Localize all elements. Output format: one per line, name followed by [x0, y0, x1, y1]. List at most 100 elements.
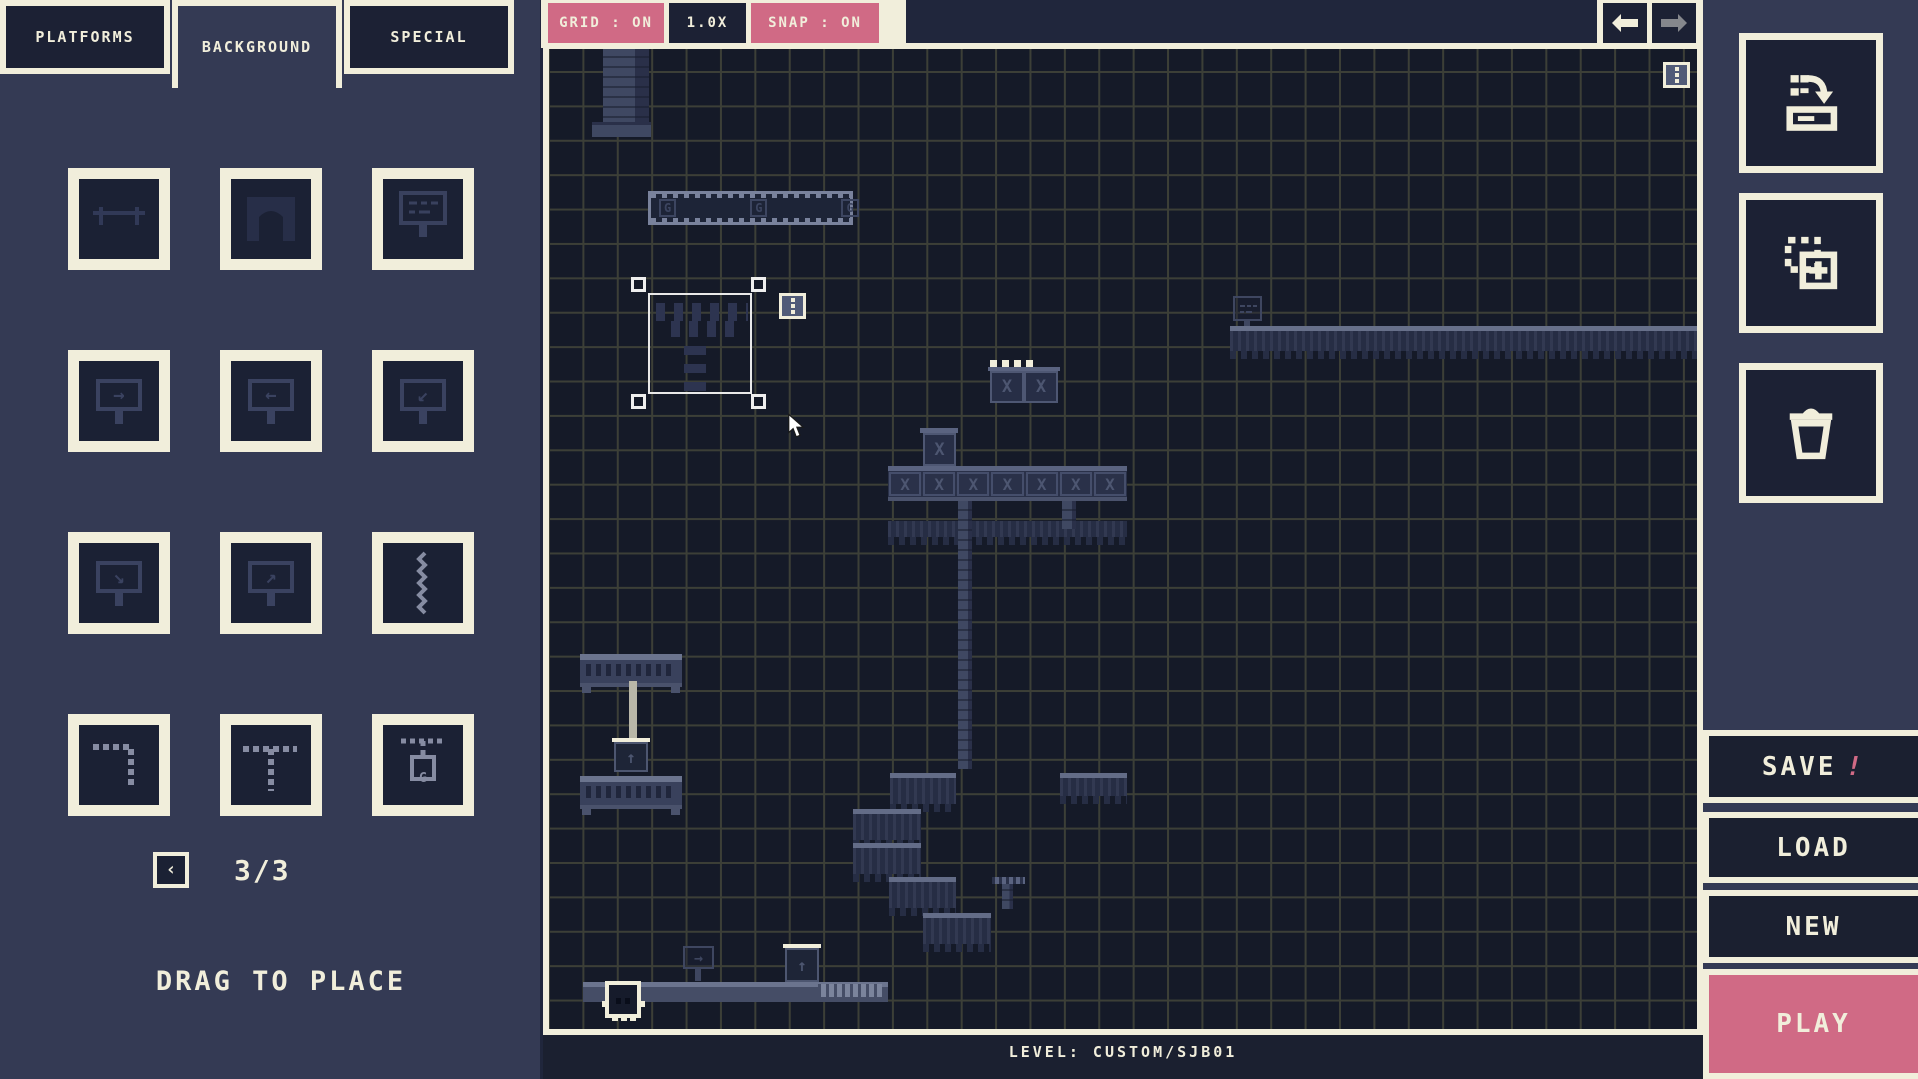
- girder-platform-bottom[interactable]: [580, 776, 682, 815]
- grid-toggle-button[interactable]: GRID : ON: [548, 3, 664, 43]
- launcher-block[interactable]: ↑: [785, 948, 819, 982]
- crate-row-dirt: [888, 521, 1127, 545]
- undo-button[interactable]: [1603, 3, 1647, 43]
- right-ground-dirt: [1230, 331, 1697, 359]
- dirt-platform[interactable]: [889, 877, 956, 916]
- x-emblem: X: [1036, 474, 1047, 494]
- undo-arrow-icon: [1612, 14, 1638, 32]
- tile-bench[interactable]: [68, 168, 170, 270]
- save-button[interactable]: SAVE!: [1703, 730, 1918, 803]
- page-prev-button[interactable]: ‹: [153, 852, 189, 888]
- play-button[interactable]: PLAY: [1703, 969, 1918, 1079]
- tab-platforms[interactable]: PLATFORMS: [0, 0, 170, 74]
- selection-menu-button[interactable]: [779, 293, 806, 319]
- selection-handle-br[interactable]: [751, 394, 766, 409]
- redo-arrow-icon: [1661, 14, 1687, 32]
- load-button[interactable]: LOAD: [1703, 812, 1918, 883]
- toolbar-left-group: GRID : ON 1.0X SNAP : ON: [541, 0, 906, 48]
- dirt-platform[interactable]: [890, 773, 956, 812]
- bottom-ground-bright-segment[interactable]: [818, 984, 882, 997]
- tile-chain-vertical[interactable]: [372, 532, 474, 634]
- tile-sign-arrow-up-right[interactable]: ↗: [220, 532, 322, 634]
- tile-sign-arrow-right[interactable]: →: [68, 350, 170, 452]
- canvas-menu-button[interactable]: [1663, 62, 1690, 88]
- sign-face: ↘: [96, 560, 142, 593]
- stud-platform[interactable]: [992, 877, 1025, 884]
- x-crate[interactable]: X: [957, 472, 990, 496]
- pillar-base[interactable]: [592, 122, 651, 137]
- text-sign[interactable]: [1233, 296, 1262, 321]
- dirt-platform[interactable]: [1060, 773, 1127, 804]
- arrow-right-icon: →: [113, 383, 125, 406]
- arrow-up-icon: ↑: [797, 955, 807, 975]
- tile-grid: → ← ↙ ↘ ↗ G: [68, 168, 474, 816]
- x-crate[interactable]: X: [1059, 472, 1092, 496]
- zoom-level-button[interactable]: 1.0X: [669, 3, 746, 43]
- selection-handle-tr[interactable]: [751, 277, 766, 292]
- sign-post: [419, 410, 427, 424]
- support-leg[interactable]: [1062, 501, 1076, 529]
- x-crate-single[interactable]: X: [923, 433, 956, 466]
- redo-button[interactable]: [1652, 3, 1696, 43]
- x-crate[interactable]: X: [889, 472, 922, 496]
- duplicate-button[interactable]: [1739, 193, 1883, 333]
- sprite-eye: [616, 998, 621, 1004]
- unsaved-alert: !: [1843, 751, 1869, 782]
- x-crate[interactable]: X: [1024, 371, 1058, 403]
- palette-pager: ‹ 3/3: [153, 852, 291, 888]
- x-crate-pair[interactable]: X X: [990, 371, 1058, 403]
- dirt-platform[interactable]: [853, 809, 921, 848]
- level-canvas[interactable]: G G G X X X X X X X X X X ↑ → ↑: [549, 49, 1697, 1029]
- tab-background[interactable]: BACKGROUND: [172, 0, 342, 88]
- x-crate-row[interactable]: X X X X X X X: [888, 466, 1127, 501]
- tile-chain-lantern[interactable]: G: [372, 714, 474, 816]
- x-crate[interactable]: X: [991, 472, 1024, 496]
- arrow-down-left-icon: ↙: [417, 383, 429, 406]
- tile-sign-arrow-left[interactable]: ←: [220, 350, 322, 452]
- selection-handle-bl[interactable]: [631, 394, 646, 409]
- chain-art: [656, 303, 748, 321]
- chain-art: [684, 337, 706, 391]
- arrow-left-icon: ←: [265, 383, 277, 406]
- sign-face: ↗: [248, 560, 294, 593]
- delete-button[interactable]: [1739, 363, 1883, 503]
- piston-pole[interactable]: [629, 681, 637, 741]
- support-pillar[interactable]: [958, 501, 972, 769]
- x-emblem: X: [934, 439, 945, 460]
- tile-chain-t[interactable]: [220, 714, 322, 816]
- sign-post: [267, 592, 275, 606]
- page-indicator: 3/3: [234, 853, 291, 887]
- chain-lantern-icon: [401, 738, 443, 781]
- x-emblem: X: [900, 474, 910, 494]
- snap-toggle-button[interactable]: SNAP : ON: [751, 3, 879, 43]
- hanging-pillar[interactable]: [603, 49, 649, 126]
- g-platform[interactable]: G G G: [648, 191, 859, 225]
- bench-icon: [93, 207, 145, 225]
- x-crate[interactable]: X: [1093, 472, 1126, 496]
- chain-corner-icon: [93, 744, 134, 785]
- new-button[interactable]: NEW: [1703, 890, 1918, 963]
- tile-sign-arrow-down-right[interactable]: ↘: [68, 532, 170, 634]
- tile-sign-text[interactable]: [372, 168, 474, 270]
- trash-icon: [1789, 408, 1833, 460]
- mouse-cursor: [788, 413, 805, 438]
- status-bar: LEVEL: CUSTOM/SJB01: [543, 1035, 1703, 1079]
- selection-handle-tl[interactable]: [631, 277, 646, 292]
- tile-sign-arrow-down-left[interactable]: ↙: [372, 350, 474, 452]
- arrow-right-sign[interactable]: →: [683, 946, 714, 969]
- tile-chain-corner[interactable]: [68, 714, 170, 816]
- dirt-platform[interactable]: [853, 843, 921, 882]
- launcher-block[interactable]: ↑: [614, 742, 648, 772]
- level-label: LEVEL: CUSTOM/SJB01: [1008, 1043, 1238, 1061]
- x-crate[interactable]: X: [1025, 472, 1058, 496]
- x-emblem: X: [1070, 474, 1081, 494]
- tab-special[interactable]: SPECIAL: [344, 0, 514, 74]
- x-crate[interactable]: X: [923, 472, 956, 496]
- selected-chain-t-object[interactable]: [648, 293, 752, 394]
- dirt-platform[interactable]: [923, 913, 991, 952]
- x-crate[interactable]: X: [990, 371, 1024, 403]
- g-emblem: G: [659, 199, 677, 217]
- tile-archway[interactable]: [220, 168, 322, 270]
- send-to-layer-button[interactable]: [1739, 33, 1883, 173]
- player-spawn-sprite[interactable]: [602, 981, 641, 1021]
